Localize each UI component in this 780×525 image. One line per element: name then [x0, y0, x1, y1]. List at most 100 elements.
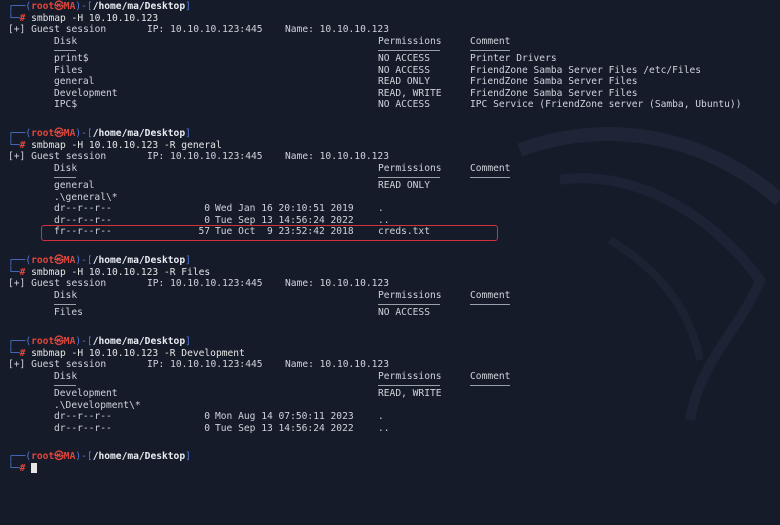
command-tool: smbmap: [25, 266, 66, 278]
session-name: Name: 10.10.10.123: [285, 151, 389, 162]
file-mode: dr--r--r--: [54, 422, 112, 434]
column-header-disk: Disk: [54, 35, 78, 47]
column-header-comment: Comment: [470, 162, 511, 174]
command-tool: smbmap: [25, 12, 66, 24]
listing-path: .\general\*: [54, 191, 118, 203]
column-header-disk: Disk: [54, 370, 78, 382]
prompt-frame: )-[: [75, 1, 93, 12]
session-status: [+] Guest session: [8, 359, 107, 370]
prompt-frame: └─: [8, 139, 20, 151]
column-header-permissions: Permissions: [378, 162, 442, 174]
column-underline: [470, 304, 510, 305]
prompt-frame: └─: [8, 266, 20, 278]
command-tool: smbmap: [25, 347, 66, 359]
prompt-frame: ]: [185, 128, 191, 139]
share-name[interactable]: print$: [54, 53, 89, 65]
session-ip: IP: 10.10.10.123:445: [147, 278, 263, 289]
file-name[interactable]: .: [378, 203, 384, 215]
share-name[interactable]: Development: [54, 388, 118, 400]
command-args: -H 10.10.10.123 -R Files: [65, 266, 211, 278]
prompt-line: ┌──(root㉿MA)-[/home/ma/Desktop]: [8, 336, 191, 348]
share-permissions: READ, WRITE: [378, 388, 442, 399]
prompt-frame: )-[: [75, 255, 93, 266]
column-underline: [54, 304, 76, 305]
column-underline: [378, 304, 440, 305]
command-line[interactable]: └─# smbmap -H 10.10.10.123: [8, 13, 158, 25]
prompt-frame: )-[: [75, 336, 93, 347]
file-size: 0: [204, 203, 210, 214]
column-underline: [54, 50, 76, 51]
prompt-frame: ]: [185, 1, 191, 12]
session-status: [+] Guest session: [8, 278, 107, 289]
prompt-symbol: #: [19, 462, 26, 474]
share-name[interactable]: Files: [54, 307, 83, 319]
share-comment: FriendZone Samba Server Files /etc/Files: [470, 64, 702, 76]
session-name: Name: 10.10.10.123: [285, 24, 389, 35]
column-underline: [378, 50, 440, 51]
share-name[interactable]: general: [54, 76, 94, 88]
share-comment: IPC Service (FriendZone server (Samba, U…: [470, 99, 742, 110]
file-date: Tue Sep 13 14:56:24 2022: [215, 422, 354, 434]
column-header-disk: Disk: [54, 162, 78, 174]
file-mode: dr--r--r--: [54, 203, 112, 214]
column-header-permissions: Permissions: [378, 370, 442, 382]
session-ip: IP: 10.10.10.123:445: [147, 24, 263, 35]
share-name[interactable]: IPC$: [54, 99, 77, 111]
prompt-cwd: /home/ma/Desktop: [92, 1, 186, 12]
file-name[interactable]: .: [378, 411, 384, 423]
prompt-user: root㉿MA: [31, 451, 76, 462]
column-header-disk: Disk: [54, 289, 78, 301]
column-underline: [378, 177, 440, 178]
file-size: 0: [204, 422, 210, 434]
share-name[interactable]: Files: [54, 65, 83, 77]
column-header-comment: Comment: [470, 289, 511, 301]
column-underline: [470, 50, 510, 51]
share-permissions: NO ACCESS: [378, 99, 430, 110]
prompt-cwd: /home/ma/Desktop: [92, 255, 186, 266]
command-line[interactable]: └─# smbmap -H 10.10.10.123 -R general: [8, 140, 222, 152]
column-underline: [54, 177, 76, 178]
share-comment: FriendZone Samba Server Files: [470, 76, 638, 87]
share-permissions: NO ACCESS: [378, 64, 430, 76]
prompt-frame: ]: [185, 451, 191, 462]
share-permissions: NO ACCESS: [378, 307, 430, 318]
terminal-window[interactable]: ┌──(root㉿MA)-[/home/ma/Desktop] └─# smbma…: [0, 0, 780, 525]
column-underline: [378, 385, 440, 386]
prompt-frame: )-[: [75, 128, 93, 139]
session-ip: IP: 10.10.10.123:445: [147, 359, 263, 370]
prompt-frame: └─: [8, 12, 20, 24]
prompt-frame: └─: [8, 462, 20, 474]
session-name: Name: 10.10.10.123: [285, 359, 389, 370]
share-comment: Printer Drivers: [470, 53, 557, 64]
session-name: Name: 10.10.10.123: [285, 278, 389, 289]
prompt-frame: ]: [185, 255, 191, 266]
column-underline: [470, 385, 510, 386]
share-name[interactable]: Development: [54, 88, 118, 100]
column-header-comment: Comment: [470, 35, 511, 47]
command-line[interactable]: └─# smbmap -H 10.10.10.123 -R Files: [8, 267, 210, 279]
command-line[interactable]: └─#: [8, 463, 25, 475]
file-mode: dr--r--r--: [54, 411, 112, 422]
prompt-frame: └─: [8, 347, 20, 359]
prompt-frame: )-[: [75, 451, 93, 462]
file-date: Mon Aug 14 07:50:11 2023: [215, 411, 354, 422]
prompt-frame: ┌──(: [8, 451, 32, 462]
share-permissions: READ, WRITE: [378, 87, 442, 99]
command-line[interactable]: └─# smbmap -H 10.10.10.123 -R Developmen…: [8, 348, 245, 360]
file-date: Wed Jan 16 20:10:51 2019: [215, 203, 354, 214]
prompt-user: root㉿MA: [31, 255, 76, 266]
command-args: -H 10.10.10.123 -R general: [65, 139, 222, 151]
share-permissions: READ ONLY: [378, 180, 430, 191]
prompt-line: ┌──(root㉿MA)-[/home/ma/Desktop]: [8, 128, 191, 140]
text-cursor[interactable]: [31, 462, 37, 473]
prompt-cwd: /home/ma/Desktop: [92, 336, 186, 347]
column-header-comment: Comment: [470, 370, 511, 382]
share-name[interactable]: general: [54, 180, 94, 192]
prompt-frame: ┌──(: [8, 128, 32, 139]
prompt-line: ┌──(root㉿MA)-[/home/ma/Desktop]: [8, 1, 191, 13]
share-comment: FriendZone Samba Server Files: [470, 87, 638, 99]
prompt-cwd: /home/ma/Desktop: [92, 451, 186, 462]
column-header-permissions: Permissions: [378, 35, 442, 47]
prompt-user: root㉿MA: [31, 128, 76, 139]
file-name[interactable]: ..: [378, 423, 390, 435]
